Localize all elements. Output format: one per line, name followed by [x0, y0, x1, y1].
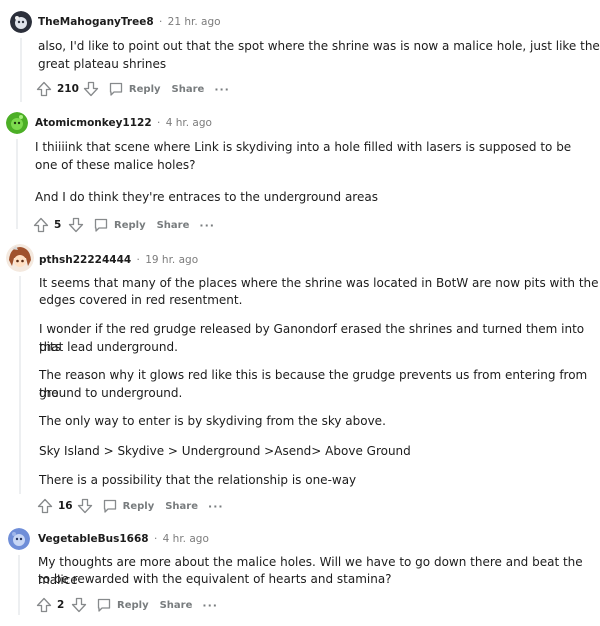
downvote-icon[interactable] — [77, 498, 93, 514]
share-button[interactable]: Share — [157, 220, 190, 231]
timestamp[interactable]: 21 hr. ago — [168, 16, 221, 28]
meta-separator: · — [158, 16, 163, 28]
thread-line[interactable] — [19, 276, 21, 494]
user-avatar[interactable] — [10, 11, 32, 33]
upvote-icon[interactable] — [37, 498, 53, 514]
downvote-icon[interactable] — [68, 217, 84, 233]
comment-text: that lead underground. — [39, 340, 178, 354]
upvote-icon[interactable] — [36, 597, 52, 613]
upvote-icon[interactable] — [33, 217, 49, 233]
meta-separator: · — [157, 117, 161, 129]
comment-bubble-icon — [109, 82, 123, 96]
user-avatar[interactable] — [6, 244, 34, 272]
comment-text: It seems that many of the places where t… — [39, 276, 599, 290]
more-options-button[interactable]: ··· — [202, 599, 218, 612]
reply-button[interactable]: Reply — [96, 597, 149, 613]
meta-separator: · — [153, 533, 158, 545]
comment-text: The only way to enter is by skydiving fr… — [39, 414, 386, 428]
reply-button[interactable]: Reply — [93, 217, 146, 233]
thread-line[interactable] — [16, 139, 18, 229]
username-link[interactable]: Atomicmonkey1122 — [35, 117, 152, 129]
comment-text: I thiiiink that scene where Link is skyd… — [35, 140, 572, 154]
comment-meta: Atomicmonkey1122 · 4 hr. ago — [35, 117, 212, 129]
timestamp[interactable]: 4 hr. ago — [163, 533, 209, 545]
user-avatar[interactable] — [6, 112, 28, 134]
meta-separator: · — [136, 254, 140, 266]
thread-line[interactable] — [20, 38, 22, 102]
more-options-button[interactable]: ··· — [208, 500, 224, 513]
reply-label: Reply — [114, 219, 146, 231]
comment-text: ground to underground. — [39, 386, 183, 400]
comment-text: There is a possibility that the relation… — [39, 473, 357, 487]
share-button[interactable]: Share — [160, 600, 193, 611]
comment-text: one of these malice holes? — [35, 158, 196, 172]
more-options-button[interactable]: ··· — [199, 219, 215, 232]
thread-line[interactable] — [18, 555, 20, 615]
reply-button[interactable]: Reply — [102, 498, 155, 514]
vote-score: 210 — [57, 83, 79, 95]
comment-bubble-icon — [97, 598, 111, 612]
vote-score: 5 — [54, 219, 62, 231]
comment-actions: 210 Reply Share ··· — [36, 79, 230, 99]
username-link[interactable]: VegetableBus1668 — [38, 533, 149, 545]
reply-label: Reply — [122, 500, 155, 512]
comment-text: Sky Island > Skydive > Underground >Asen… — [39, 444, 411, 458]
reply-button[interactable]: Reply — [108, 81, 161, 97]
comment-text: And I do think they're entraces to the u… — [35, 190, 378, 204]
user-avatar[interactable] — [8, 528, 30, 550]
comment-text: edges covered in red resentment. — [39, 293, 243, 307]
comment-bubble-icon — [103, 499, 116, 513]
timestamp[interactable]: 4 hr. ago — [166, 117, 212, 129]
comment-text: great plateau shrines — [38, 57, 167, 71]
more-options-button[interactable]: ··· — [214, 83, 230, 96]
vote-score: 16 — [58, 500, 73, 512]
reply-label: Reply — [128, 83, 161, 95]
timestamp[interactable]: 19 hr. ago — [145, 254, 198, 266]
comment-actions: 5 Reply Share ··· — [33, 215, 215, 235]
reply-label: Reply — [117, 599, 149, 611]
comment-bubble-icon — [94, 218, 108, 232]
comment-text: also, I'd like to point out that the spo… — [38, 39, 600, 53]
comment-actions: 16 Reply Share ··· — [37, 496, 224, 516]
downvote-icon[interactable] — [71, 597, 87, 613]
share-button[interactable]: Share — [165, 501, 198, 512]
username-link[interactable]: TheMahoganyTree8 — [38, 16, 154, 28]
upvote-icon[interactable] — [36, 81, 52, 97]
comment-text: to be rewarded with the equivalent of he… — [38, 572, 392, 586]
downvote-icon[interactable] — [83, 81, 99, 97]
comment-meta: TheMahoganyTree8 · 21 hr. ago — [38, 16, 221, 28]
comment-actions: 2 Reply Share ··· — [36, 595, 218, 615]
comment-meta: pthsh22224444 · 19 hr. ago — [39, 254, 198, 266]
comment-meta: VegetableBus1668 · 4 hr. ago — [38, 533, 209, 545]
share-button[interactable]: Share — [172, 84, 205, 95]
vote-score: 2 — [57, 599, 65, 611]
username-link[interactable]: pthsh22224444 — [39, 254, 131, 266]
